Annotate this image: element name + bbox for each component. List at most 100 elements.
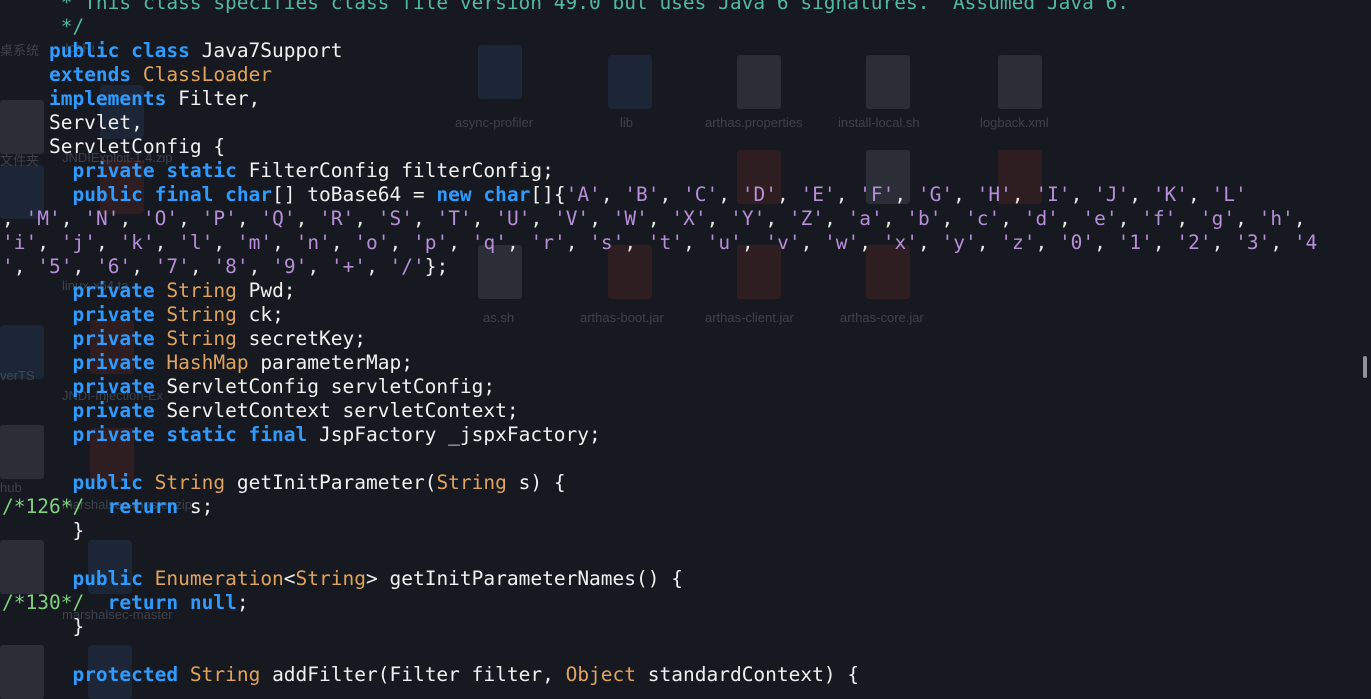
code-token: public <box>72 471 143 494</box>
code-token: FilterConfig filterConfig; <box>236 159 554 182</box>
code-token: 'W' <box>612 207 648 230</box>
code-token: 'a' <box>847 207 883 230</box>
code-editor[interactable]: * This class specifies class file versio… <box>0 0 1360 693</box>
code-token: , <box>72 255 96 278</box>
code-token: , <box>37 231 61 254</box>
code-token: 'P' <box>201 207 237 230</box>
code-token: */ <box>2 15 85 38</box>
code-token: 'I' <box>1035 183 1071 206</box>
code-token: ck; <box>236 303 284 326</box>
code-token: String <box>295 567 366 590</box>
code-token: , <box>1011 183 1036 206</box>
code-token: 'z' <box>1000 231 1036 254</box>
code-token: ServletContext servletContext; <box>154 399 519 422</box>
code-token: 'n' <box>295 231 331 254</box>
code-token: , <box>976 231 1001 254</box>
code-token: , <box>506 231 531 254</box>
code-token: private static <box>72 159 237 182</box>
code-line: * This class specifies class file versio… <box>2 0 1129 15</box>
code-token: Filter, <box>166 87 261 110</box>
code-token: , <box>213 231 237 254</box>
code-token: 'p' <box>413 231 449 254</box>
code-line: public Enumeration<String> getInitParame… <box>2 567 683 591</box>
code-token: } <box>2 615 85 638</box>
scrollbar-thumb[interactable] <box>1363 356 1367 378</box>
code-token: '0' <box>1058 231 1095 254</box>
code-token: ServletConfig servletConfig; <box>154 375 496 398</box>
code-token: 'm' <box>236 231 273 254</box>
code-token: , <box>1070 183 1095 206</box>
code-token: private <box>72 399 155 422</box>
code-token: ' <box>2 255 14 278</box>
code-token: 'Q' <box>260 207 296 230</box>
code-token: String <box>189 663 261 686</box>
code-line: 'i', 'j', 'k', 'l', 'm', 'n', 'o', 'p', … <box>2 231 1317 255</box>
code-token: 'f' <box>1141 207 1177 230</box>
code-token: > getInitParameterNames() { <box>366 567 683 590</box>
code-token: 's' <box>589 231 625 254</box>
code-token: 'q' <box>471 231 507 254</box>
code-token: , <box>1094 231 1118 254</box>
code-token: 'x' <box>882 231 919 254</box>
code-line: } <box>2 519 84 543</box>
code-token: 'R' <box>319 207 355 230</box>
code-token: 'Z' <box>788 207 825 230</box>
code-line: private HashMap parameterMap; <box>2 351 413 375</box>
code-token: new char <box>436 183 531 206</box>
code-token: 'C' <box>683 183 719 206</box>
code-token: Java7Support <box>189 39 343 62</box>
code-token: '7' <box>154 255 190 278</box>
code-token: getInitParameter( <box>225 471 437 494</box>
code-token: 'd' <box>1023 207 1059 230</box>
code-token: '+' <box>330 255 367 278</box>
code-token: * This class specifies class file versio… <box>2 0 1130 14</box>
code-token: , <box>835 183 860 206</box>
code-line: public String getInitParameter(String s)… <box>2 471 565 495</box>
code-token: , <box>1117 207 1142 230</box>
code-token: '4 <box>1293 231 1318 254</box>
code-token: return null <box>107 591 237 614</box>
code-token: String <box>154 471 226 494</box>
code-token: , <box>131 255 155 278</box>
code-token: , <box>1058 207 1083 230</box>
code-token: secretKey; <box>236 327 366 350</box>
code-token: , <box>1035 231 1059 254</box>
code-token: 't' <box>647 231 684 254</box>
code-token: parameterMap; <box>248 351 413 374</box>
code-line: Servlet, <box>2 111 143 135</box>
code-token: 'D' <box>741 183 777 206</box>
code-token: private <box>72 327 155 350</box>
code-token: String <box>436 471 507 494</box>
code-token: public <box>72 567 143 590</box>
code-line: ', '5', '6', '7', '8', '9', '+', '/'}; <box>2 255 448 279</box>
code-token: , <box>448 231 472 254</box>
code-token: private <box>72 351 155 374</box>
code-token: , <box>60 207 85 230</box>
code-token: , <box>413 207 437 230</box>
code-token: private static final <box>72 423 308 446</box>
code-token: , <box>354 207 378 230</box>
code-token: 'c' <box>964 207 1001 230</box>
code-token: , <box>824 207 848 230</box>
code-token: , <box>1188 183 1212 206</box>
code-line: public class Java7Support <box>2 39 343 63</box>
code-token: '9' <box>272 255 308 278</box>
code-token: , <box>1000 207 1024 230</box>
code-token: 'J' <box>1094 183 1130 206</box>
code-token: , <box>295 207 320 230</box>
code-token: 'S' <box>377 207 414 230</box>
code-line: */ <box>2 15 85 39</box>
code-token: ClassLoader <box>142 63 273 86</box>
code-line: /*126*/ return s; <box>2 495 213 519</box>
code-token: , <box>683 231 707 254</box>
code-token: 'Y' <box>730 207 766 230</box>
code-token: 'k' <box>119 231 155 254</box>
